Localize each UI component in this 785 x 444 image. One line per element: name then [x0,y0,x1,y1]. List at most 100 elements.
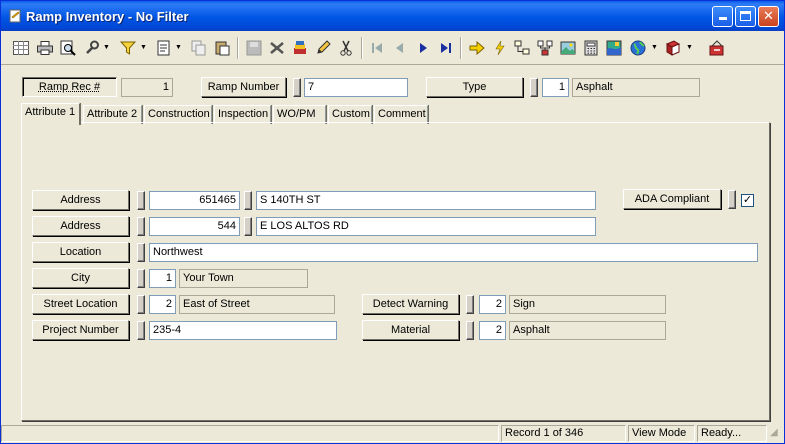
filter-button[interactable] [118,38,138,58]
post-button[interactable] [290,38,310,58]
toolbar-separator [460,37,462,59]
project-number-input[interactable]: 235-4 [149,321,337,340]
city-button[interactable]: City [32,268,129,288]
previous-record-button[interactable] [390,38,410,58]
filter-dropdown-caret[interactable]: ▼ [140,44,148,52]
go-button[interactable] [467,38,487,58]
project-number-button[interactable]: Project Number [32,320,129,340]
report-dropdown-caret[interactable]: ▼ [175,44,183,52]
delete-icon [270,42,284,54]
app-icon [9,9,21,23]
tools-button[interactable] [82,38,102,58]
type-lookup-handle[interactable] [530,78,538,97]
copy-button[interactable] [189,38,209,58]
print-button[interactable] [35,38,55,58]
calculator-button[interactable] [581,38,601,58]
address-1-street-lookup-handle[interactable] [244,191,252,210]
globe-button[interactable] [628,38,648,58]
next-record-button[interactable] [413,38,433,58]
detect-warning-button[interactable]: Detect Warning [362,294,459,314]
ramp-rec-value: 1 [121,78,173,97]
first-record-button[interactable] [367,38,387,58]
next-record-icon [420,43,427,53]
edit-icon [317,40,331,54]
address-1-button[interactable]: Address [32,190,129,210]
tree-button[interactable] [512,38,532,58]
city-lookup-handle[interactable] [137,269,145,288]
book-button[interactable] [663,38,683,58]
location-button[interactable]: Location [32,242,129,262]
address-2-label: Address [60,220,101,232]
paste-icon [215,41,230,56]
address-2-street-input[interactable]: E LOS ALTOS RD [256,217,596,236]
address-1-number-input[interactable]: 651465 [149,191,240,210]
address-2-number-input[interactable]: 544 [149,217,240,236]
save-button[interactable] [244,38,264,58]
minimize-icon [718,17,727,20]
type-button[interactable]: Type [426,77,523,97]
material-lookup-handle[interactable] [466,321,474,340]
report-button[interactable] [154,38,174,58]
maximize-button[interactable] [735,6,756,27]
project-number-label: Project Number [42,324,119,336]
tab-attribute-1[interactable]: Attribute 1 [21,103,80,125]
ada-compliant-checkbox[interactable]: ✓ [741,194,754,207]
exit-button[interactable] [707,38,727,58]
calculator-icon [584,40,598,56]
tools-dropdown-caret[interactable]: ▼ [103,44,111,52]
minimize-button[interactable] [712,6,733,27]
material-button[interactable]: Material [362,320,459,340]
title-bar[interactable]: Ramp Inventory - No Filter ✕ [1,1,784,31]
ada-compliant-label: ADA Compliant [634,193,710,205]
address-2-street-lookup-handle[interactable] [244,217,252,236]
paste-button[interactable] [212,38,232,58]
print-preview-button[interactable] [58,38,78,58]
close-button[interactable]: ✕ [758,6,779,27]
map-button[interactable] [604,38,624,58]
status-bar: Record 1 of 346 View Mode Ready... ◢ [1,424,784,443]
grid-view-button[interactable] [11,38,31,58]
street-location-button[interactable]: Street Location [32,294,129,314]
ramp-number-button[interactable]: Ramp Number [201,77,286,97]
type-code-input[interactable]: 1 [542,78,569,97]
street-location-code-input[interactable]: 2 [149,295,176,314]
delete-button[interactable] [267,38,287,58]
detect-warning-code-input[interactable]: 2 [479,295,506,314]
ramp-rec-button[interactable]: Ramp Rec # [22,77,117,97]
lightning-button[interactable] [490,38,510,58]
image-button[interactable] [558,38,578,58]
window-title: Ramp Inventory - No Filter [26,9,189,24]
location-lookup-handle[interactable] [137,243,145,262]
city-code-input[interactable]: 1 [149,269,176,288]
address-2-button[interactable]: Address [32,216,129,236]
material-code-input[interactable]: 2 [479,321,506,340]
toolbar-separator [237,37,239,59]
ramp-number-input[interactable]: 7 [304,78,408,97]
network-button[interactable] [535,38,555,58]
resize-grip-icon[interactable]: ◢ [770,428,782,440]
detect-warning-lookup-handle[interactable] [466,295,474,314]
ada-compliant-button[interactable]: ADA Compliant [623,189,721,209]
book-dropdown-caret[interactable]: ▼ [686,44,694,52]
ada-compliant-handle[interactable] [728,190,736,209]
ramp-number-lookup-handle[interactable] [293,78,301,97]
location-input[interactable]: Northwest [149,243,758,262]
post-icon [294,41,306,54]
cut-button[interactable] [336,38,356,58]
edit-button[interactable] [313,38,333,58]
globe-icon [630,40,646,56]
attribute-1-panel [21,122,770,421]
globe-dropdown-caret[interactable]: ▼ [651,44,659,52]
address-1-street-input[interactable]: S 140TH ST [256,191,596,210]
status-mode: View Mode [628,425,695,442]
address-1-label: Address [60,194,101,206]
project-number-lookup-handle[interactable] [137,321,145,340]
address-2-lookup-handle[interactable] [137,217,145,236]
address-1-lookup-handle[interactable] [137,191,145,210]
close-icon: ✕ [763,8,774,23]
material-label: Material [390,324,431,336]
last-record-button[interactable] [436,38,456,58]
type-label: Type [462,81,487,93]
street-location-lookup-handle[interactable] [137,295,145,314]
toolbar: ▼ ▼ ▼ ▼ ▼ [1,31,784,65]
